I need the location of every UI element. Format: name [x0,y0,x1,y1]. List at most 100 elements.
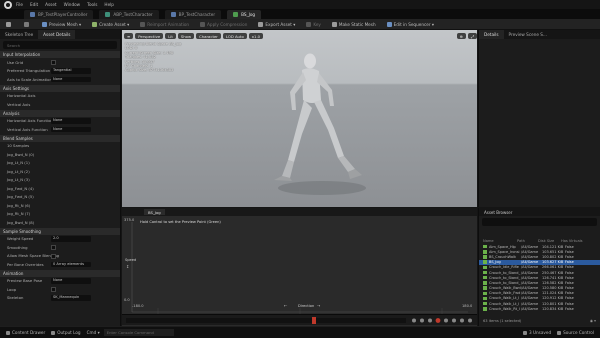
key-button[interactable]: Key [303,21,324,28]
asset-path-cell: /All/Game [521,286,539,291]
menu-edit[interactable]: Edit [30,2,38,7]
unsaved-button[interactable]: 3 Unsaved [522,330,551,335]
cmd-dropdown[interactable]: Cmd ▾ [87,330,100,335]
preview-viewport[interactable]: ≡ Perspective Lit Show Character LOD Aut… [122,30,477,207]
property-value[interactable]: None [51,118,91,124]
tab-skeleton-tree[interactable]: Skeleton Tree [0,30,38,39]
asset-name-cell: Aim_Space_Ironsi [489,249,520,254]
reimport-button[interactable]: Reimport Animation [137,21,192,28]
menu-help[interactable]: Help [104,2,114,7]
y-axis-label: Speed [125,258,136,262]
property-value[interactable]: 2.0 [51,236,91,242]
section-header[interactable]: Blend Samples [0,134,120,142]
play-icon[interactable] [444,318,448,323]
apply-compression-button[interactable]: Apply Compression [197,21,250,28]
tab-bs-jog[interactable]: BS_Jog [227,10,262,19]
asset-path-cell: /All/Game [521,254,539,259]
property-row: Jog_Lt_N (2) [0,167,120,176]
property-value[interactable]: 0 Array elements [51,261,91,267]
asset-size-cell: 120.912 KiB [542,296,564,301]
property-checkbox[interactable] [51,287,56,292]
edit-in-sequencer-label: Edit in Sequencer [393,21,431,27]
section-header[interactable]: Analysis [0,109,120,117]
menu-asset[interactable]: Asset [45,2,56,7]
asset-virt-cell: False [565,244,574,249]
property-label: Jog_Bwd_N (8) [7,219,35,225]
play-reverse-icon[interactable] [428,318,432,323]
asset-size-cell: 103.651 KiB [542,249,564,254]
source-control-button[interactable]: Source Control [557,330,594,335]
col-name[interactable]: Name [479,239,517,243]
anim-asset-icon [483,275,487,280]
asset-search-input[interactable] [482,218,597,226]
make-static-mesh-button[interactable]: Make Static Mesh [329,21,379,28]
export-asset-button[interactable]: Export Asset ▾ [255,21,298,28]
save-button[interactable] [3,21,16,28]
property-checkbox[interactable] [51,60,56,65]
property-value[interactable]: None [51,76,91,82]
unreal-logo-icon[interactable] [4,0,12,9]
asset-size-cell: 250.467 KiB [542,270,564,275]
menu-window[interactable]: Window [64,2,81,7]
create-asset-button[interactable]: Create Asset ▾ [89,21,132,28]
output-log-button[interactable]: Output Log [51,330,81,335]
blendspace-tab[interactable]: BS_Jog [144,209,165,215]
tab-asset-details[interactable]: Asset Details [38,30,76,39]
reimport-label: Reimport Animation [147,21,190,27]
property-checkbox[interactable] [51,245,56,250]
asset-size-cell: 120.580 KiB [542,286,564,291]
property-value[interactable]: None [51,126,91,132]
property-row: Per Bone Overrides 0 Array elements [0,260,120,269]
skip-forward-icon[interactable] [460,318,464,323]
tab-details[interactable]: Details [479,30,504,39]
asset-name-cell: BS_CrouchWalk [489,254,517,259]
asset-path-cell: /All/Game [521,301,539,306]
section-header[interactable]: Sample Smoothing [0,227,120,235]
section-header[interactable]: Axis Settings [0,84,120,92]
blendspace-grid[interactable]: 375.0 0.0 -180.0 180.0 Hold Control to s… [122,216,477,326]
content-drawer-button[interactable]: Content Drawer [6,330,45,335]
property-row: Allow Mesh Space Blending [0,252,120,261]
tab-preview-scene-settings[interactable]: Preview Scene S... [504,30,552,39]
section-header[interactable]: Animation [0,269,120,277]
cmd-label: Cmd [86,330,97,335]
menu-tools[interactable]: Tools [87,2,97,7]
step-back-icon[interactable] [420,318,424,323]
col-path[interactable]: Path [517,239,538,243]
property-row: Jog_Bwd_N (8) [0,218,120,227]
skip-back-icon[interactable] [412,318,416,323]
timeline-bar[interactable] [122,314,477,325]
console-command-input[interactable]: Enter Console Command [103,329,174,336]
property-value[interactable]: Tangential [51,68,91,74]
preview-mesh-button[interactable]: Preview Mesh ▾ [39,21,84,28]
view-options-button[interactable]: ◉ ▾ [590,319,596,323]
col-has-virtuals[interactable]: Has Virtuals [561,239,591,243]
asset-virt-cell: False [565,265,574,270]
property-row: Jog_Lt_N (3) [0,176,120,185]
edit-in-sequencer-button[interactable]: Edit in Sequencer ▾ [384,21,437,28]
property-checkbox[interactable] [51,253,56,259]
playhead-marker[interactable] [312,317,316,324]
asset-virt-cell: False [565,270,574,275]
col-disk-size[interactable]: Disk Size [538,239,561,243]
property-label: Per Bone Overrides [7,261,44,267]
property-value[interactable]: None [51,278,91,284]
loop-icon[interactable] [468,318,472,323]
details-search-input[interactable]: Search [3,41,117,49]
asset-row[interactable]: Crouch_Walk_Rt_I/All/Game 120.834 KiB Fals… [479,306,600,311]
property-label: Jog_Bwd_N (0) [7,151,35,157]
browse-button[interactable] [21,21,34,28]
property-label: Jog_Fwd_N (5) [7,194,34,200]
step-forward-icon[interactable] [452,318,456,323]
tab-abp-test-character[interactable]: ABP_TestCharacter [99,10,159,19]
tab-bp-test-character[interactable]: BP_TestCharacter [164,10,222,19]
anim-asset-icon [483,244,487,249]
menu-file[interactable]: File [16,2,23,7]
property-value[interactable]: SK_Mannequin [51,295,91,301]
anim-asset-icon [483,291,487,296]
section-header[interactable]: Input Interpolation [0,51,120,58]
property-row: Axis to Scale Animation None [0,75,120,84]
tab-bp-test-player-controller[interactable]: BP_TestPlayerController [24,10,94,19]
record-icon[interactable] [435,318,441,323]
property-row: Use Grid [0,58,120,67]
